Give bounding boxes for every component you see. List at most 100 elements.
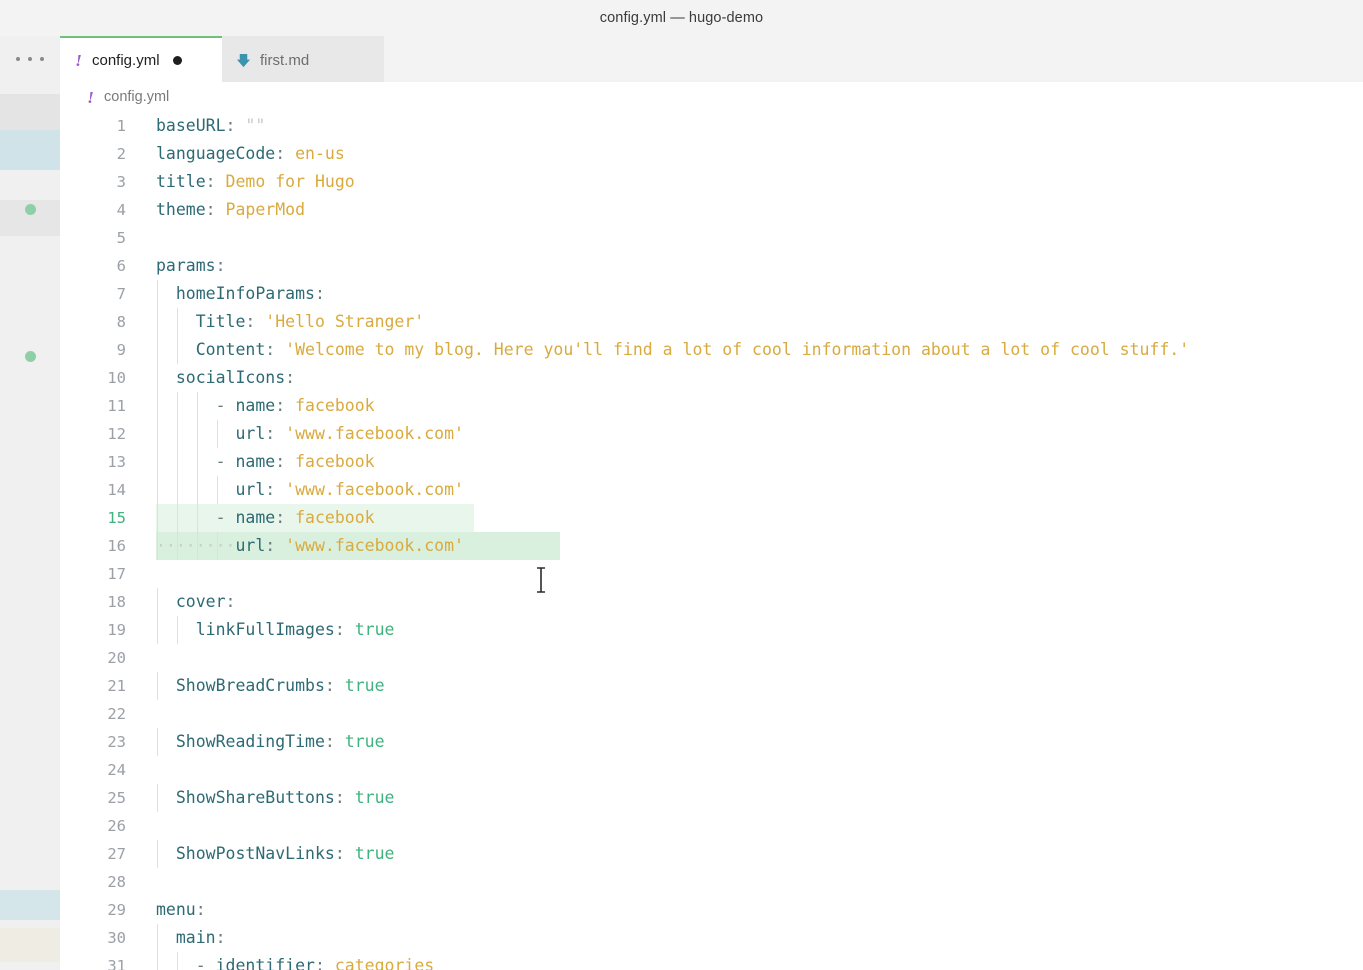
- minimap-band-highlight: [0, 130, 60, 170]
- code-text[interactable]: ········url: 'www.facebook.com': [156, 532, 464, 560]
- code-line[interactable]: 7 homeInfoParams:: [60, 280, 1363, 308]
- tab-label: config.yml: [92, 51, 160, 69]
- tab-config-yml[interactable]: ! config.yml: [60, 36, 222, 82]
- code-text[interactable]: languageCode: en-us: [156, 140, 345, 168]
- code-line[interactable]: 10 socialIcons:: [60, 364, 1363, 392]
- code-line[interactable]: 22: [60, 700, 1363, 728]
- code-text[interactable]: menu:: [156, 896, 206, 924]
- code-token: :: [225, 592, 236, 611]
- code-token: true: [354, 844, 395, 863]
- code-editor[interactable]: 1 baseURL: "" 2 languageCode: en-us 3 title: …: [60, 112, 1363, 970]
- line-number: 27: [107, 845, 126, 863]
- code-text[interactable]: - name: facebook: [156, 448, 375, 476]
- code-text[interactable]: socialIcons:: [156, 364, 295, 392]
- code-text[interactable]: url: 'www.facebook.com': [156, 420, 464, 448]
- code-line[interactable]: 19 linkFullImages: true: [60, 616, 1363, 644]
- code-line[interactable]: 31 - identifier: categories: [60, 952, 1363, 970]
- more-actions-icon[interactable]: [16, 52, 44, 66]
- code-line[interactable]: 17: [60, 560, 1363, 588]
- code-text[interactable]: ShowShareButtons: true: [156, 784, 395, 812]
- code-token: menu: [156, 900, 196, 919]
- code-text[interactable]: ShowPostNavLinks: true: [156, 840, 395, 868]
- code-text[interactable]: ShowReadingTime: true: [156, 728, 385, 756]
- code-line[interactable]: 15 - name: facebook: [60, 504, 1363, 532]
- code-token: url: [235, 424, 266, 443]
- code-line[interactable]: 25 ShowShareButtons: true: [60, 784, 1363, 812]
- line-number: 16: [107, 537, 126, 555]
- breadcrumb-item-file[interactable]: config.yml: [104, 89, 169, 105]
- code-line[interactable]: 14 url: 'www.facebook.com': [60, 476, 1363, 504]
- line-number: 19: [107, 621, 126, 639]
- tab-label: first.md: [260, 51, 310, 69]
- line-number: 21: [107, 677, 126, 695]
- code-text[interactable]: Content: 'Welcome to my blog. Here you'l…: [156, 336, 1189, 364]
- code-line[interactable]: 18 cover:: [60, 588, 1363, 616]
- code-line[interactable]: 6 params:: [60, 252, 1363, 280]
- line-number: 12: [107, 425, 126, 443]
- code-text[interactable]: - identifier: categories: [156, 952, 434, 970]
- line-number: 3: [116, 173, 126, 191]
- code-text[interactable]: - name: facebook: [156, 504, 375, 532]
- code-text[interactable]: cover:: [156, 588, 236, 616]
- code-token: main: [175, 928, 216, 947]
- code-line[interactable]: 11 - name: facebook: [60, 392, 1363, 420]
- code-line[interactable]: 8 Title: 'Hello Stranger': [60, 308, 1363, 336]
- code-line[interactable]: 1 baseURL: "": [60, 112, 1363, 140]
- code-text[interactable]: title: Demo for Hugo: [156, 168, 355, 196]
- code-token: homeInfoParams: [175, 284, 315, 303]
- code-line[interactable]: 21 ShowBreadCrumbs: true: [60, 672, 1363, 700]
- code-text[interactable]: baseURL: "": [156, 112, 265, 140]
- breadcrumb[interactable]: ! config.yml: [60, 82, 1363, 112]
- code-text[interactable]: url: 'www.facebook.com': [156, 476, 464, 504]
- window-title: config.yml — hugo-demo: [599, 10, 764, 26]
- code-line[interactable]: 24: [60, 756, 1363, 784]
- code-text[interactable]: theme: PaperMod: [156, 196, 305, 224]
- code-line[interactable]: 26: [60, 812, 1363, 840]
- code-line[interactable]: 29 menu:: [60, 896, 1363, 924]
- code-token: ShowShareButtons: [175, 788, 335, 807]
- code-line[interactable]: 28: [60, 868, 1363, 896]
- code-line[interactable]: 13 - name: facebook: [60, 448, 1363, 476]
- code-line[interactable]: 12 url: 'www.facebook.com': [60, 420, 1363, 448]
- code-token: :: [324, 676, 335, 695]
- line-number: 26: [107, 817, 126, 835]
- code-token: true: [354, 620, 395, 639]
- code-line[interactable]: 23 ShowReadingTime: true: [60, 728, 1363, 756]
- change-marker-dot[interactable]: [25, 351, 36, 362]
- line-number: 1: [116, 117, 126, 135]
- code-line[interactable]: 16 ········url: 'www.facebook.com': [60, 532, 1363, 560]
- code-line[interactable]: 27 ShowPostNavLinks: true: [60, 840, 1363, 868]
- code-token: 'www.facebook.com': [285, 536, 464, 555]
- code-line[interactable]: 4 theme: PaperMod: [60, 196, 1363, 224]
- code-token: :: [275, 396, 286, 415]
- code-line[interactable]: 3 title: Demo for Hugo: [60, 168, 1363, 196]
- code-token: :: [205, 200, 216, 219]
- code-token: name: [235, 452, 276, 471]
- code-text[interactable]: params:: [156, 252, 226, 280]
- code-line[interactable]: 30 main:: [60, 924, 1363, 952]
- code-line[interactable]: 5: [60, 224, 1363, 252]
- tab-first-md[interactable]: first.md: [222, 36, 384, 82]
- change-marker-dot[interactable]: [25, 204, 36, 215]
- line-number: 29: [107, 901, 126, 919]
- code-line[interactable]: 20: [60, 644, 1363, 672]
- code-text[interactable]: - name: facebook: [156, 392, 375, 420]
- code-text[interactable]: ShowBreadCrumbs: true: [156, 672, 385, 700]
- code-text[interactable]: linkFullImages: true: [156, 616, 395, 644]
- code-text[interactable]: homeInfoParams:: [156, 280, 325, 308]
- line-number: 14: [107, 481, 126, 499]
- code-line[interactable]: 2 languageCode: en-us: [60, 140, 1363, 168]
- code-text[interactable]: Title: 'Hello Stranger': [156, 308, 425, 336]
- code-token: :: [195, 900, 206, 919]
- code-text[interactable]: main:: [156, 924, 226, 952]
- code-line[interactable]: 9 Content: 'Welcome to my blog. Here you…: [60, 336, 1363, 364]
- unsaved-indicator-icon[interactable]: [172, 55, 182, 65]
- code-token: params: [156, 256, 216, 275]
- code-token: true: [344, 732, 385, 751]
